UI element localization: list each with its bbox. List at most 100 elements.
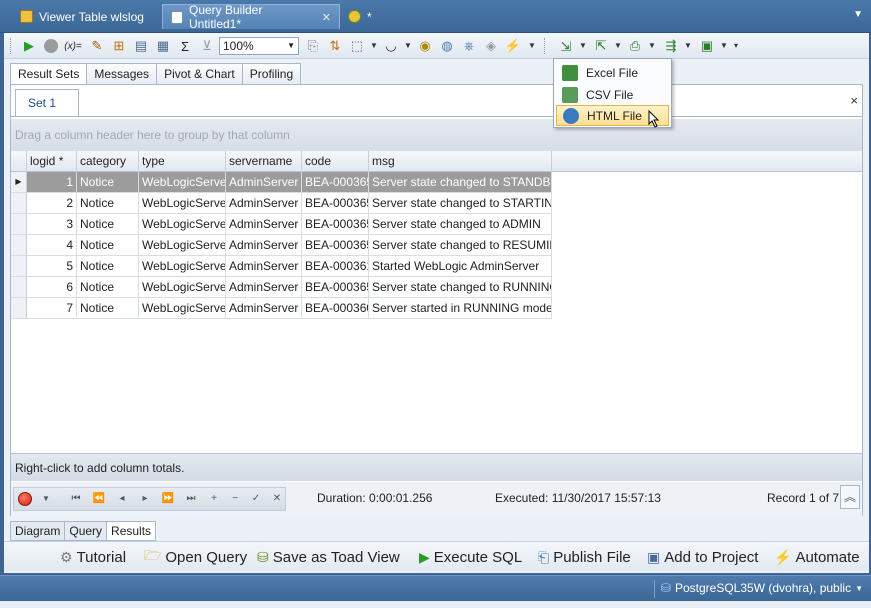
report-icon[interactable]: ▣ — [698, 37, 716, 55]
row-indicator[interactable] — [11, 193, 27, 214]
send-icon[interactable]: ⇶ — [662, 37, 680, 55]
chevron-down-icon[interactable]: ▼ — [287, 38, 295, 54]
menu-item-excel-file[interactable]: Excel File — [556, 62, 669, 83]
cell-servername[interactable]: AdminServer — [226, 235, 302, 256]
cell-code[interactable]: BEA-000361 — [302, 256, 369, 277]
doc-tab-viewer-table[interactable]: Viewer Table wlslog — [12, 4, 152, 29]
results-grid[interactable]: logid * category type servername code ms… — [11, 151, 862, 453]
tutorial-button[interactable]: ⚙ Tutorial — [60, 546, 126, 568]
cell-logid[interactable]: 1 — [27, 172, 77, 193]
copy-icon[interactable]: ⎘ — [304, 37, 322, 55]
next-page-icon[interactable]: ⏩ — [160, 491, 176, 507]
cell-category[interactable]: Notice — [77, 298, 139, 319]
variables-icon[interactable]: (x)= — [64, 37, 82, 55]
prev-page-icon[interactable]: ⏪ — [91, 491, 107, 507]
play-icon[interactable]: ▶ — [20, 37, 38, 55]
open-query-button[interactable]: 🗁 Open Query — [144, 546, 247, 568]
doc-tab-query-builder[interactable]: Query Builder Untitled1* ✕ — [162, 3, 340, 31]
column-totals-hint[interactable]: Right-click to add column totals. — [11, 453, 862, 481]
cell-code[interactable]: BEA-000365 — [302, 277, 369, 298]
add-record-icon[interactable]: + — [206, 491, 222, 507]
chevron-down-icon[interactable]: ▼ — [404, 41, 412, 50]
column-header-msg[interactable]: msg — [369, 151, 552, 172]
form-icon[interactable]: ▤ — [132, 37, 150, 55]
cell-category[interactable]: Notice — [77, 235, 139, 256]
cell-logid[interactable]: 6 — [27, 277, 77, 298]
tab-results[interactable]: Results — [106, 521, 157, 541]
chevron-down-icon[interactable]: ▼ — [855, 584, 863, 593]
execute-sql-button[interactable]: ▶ Execute SQL — [419, 546, 522, 568]
connection-selector[interactable]: ⛁ PostgreSQL35W (dvohra), public ▼ — [661, 581, 863, 595]
cell-servername[interactable]: AdminServer — [226, 298, 302, 319]
chevron-down-icon[interactable]: ▼ — [370, 41, 378, 50]
cell-code[interactable]: BEA-000365 — [302, 172, 369, 193]
close-icon[interactable]: ✕ — [322, 11, 331, 24]
delete-record-icon[interactable]: − — [227, 491, 243, 507]
row-indicator[interactable] — [11, 256, 27, 277]
prev-record-icon[interactable]: ◂ — [114, 491, 130, 507]
stop-icon[interactable] — [42, 37, 60, 55]
post-record-icon[interactable]: ✓ — [248, 491, 264, 507]
cell-logid[interactable]: 3 — [27, 214, 77, 235]
cell-code[interactable]: BEA-000365 — [302, 193, 369, 214]
table-row[interactable]: ▶ 1 Notice WebLogicServer AdminServer BEA-000… — [11, 172, 552, 193]
chevron-down-icon[interactable]: ▼ — [853, 9, 863, 20]
cell-servername[interactable]: AdminServer — [226, 172, 302, 193]
cell-msg[interactable]: Server started in RUNNING mode — [369, 298, 552, 319]
grid-icon[interactable]: ▦ — [154, 37, 172, 55]
cell-logid[interactable]: 2 — [27, 193, 77, 214]
globe-icon[interactable]: ◍ — [438, 37, 456, 55]
publish-file-button[interactable]: ⎗ Publish File — [538, 546, 631, 568]
tab-profiling[interactable]: Profiling — [241, 63, 302, 85]
cell-servername[interactable]: AdminServer — [226, 277, 302, 298]
cell-type[interactable]: WebLogicServer — [139, 172, 226, 193]
cell-servername[interactable]: AdminServer — [226, 193, 302, 214]
cell-category[interactable]: Notice — [77, 172, 139, 193]
next-record-icon[interactable]: ▸ — [137, 491, 153, 507]
select-icon[interactable]: ⬚ — [348, 37, 366, 55]
tab-set-1[interactable]: Set 1 — [15, 89, 79, 117]
table-row[interactable]: 3 Notice WebLogicServer AdminServer BEA-0003… — [11, 214, 552, 235]
row-indicator[interactable] — [11, 235, 27, 256]
row-indicator[interactable] — [11, 298, 27, 319]
group-by-area[interactable]: Drag a column header here to group by th… — [11, 119, 862, 151]
cell-type[interactable]: WebLogicServer — [139, 298, 226, 319]
last-record-icon[interactable]: ⏭ — [183, 491, 199, 507]
collapse-icon[interactable]: ︽ — [840, 485, 860, 509]
tab-result-sets[interactable]: Result Sets — [10, 63, 87, 85]
cell-code[interactable]: BEA-000360 — [302, 298, 369, 319]
sort-icon[interactable]: ⇅ — [326, 37, 344, 55]
row-indicator[interactable] — [11, 214, 27, 235]
current-row-indicator-icon[interactable]: ▶ — [11, 172, 27, 193]
tab-pivot-chart[interactable]: Pivot & Chart — [156, 63, 242, 85]
close-icon[interactable]: × — [850, 93, 858, 108]
sum-icon[interactable]: Σ — [176, 37, 194, 55]
export-icon[interactable]: ⇲ — [557, 38, 575, 56]
table-row[interactable]: 2 Notice WebLogicServer AdminServer BEA-0003… — [11, 193, 552, 214]
edit-icon[interactable]: ✎ — [88, 37, 106, 55]
save-as-toad-view-button[interactable]: ⛁ Save as Toad View — [257, 546, 400, 568]
cell-type[interactable]: WebLogicServer — [139, 277, 226, 298]
cell-category[interactable]: Notice — [77, 214, 139, 235]
record-icon[interactable] — [18, 492, 32, 506]
table-row[interactable]: 7 Notice WebLogicServer AdminServer BEA-0003… — [11, 298, 552, 319]
chevron-down-icon[interactable]: ▼ — [648, 41, 656, 50]
automation-icon[interactable]: ⚡ — [504, 37, 522, 55]
web-icon[interactable]: ◉ — [416, 37, 434, 55]
table-row[interactable]: 6 Notice WebLogicServer AdminServer BEA-0003… — [11, 277, 552, 298]
cell-msg[interactable]: Server state changed to RESUMING — [369, 235, 552, 256]
toolbar-overflow-icon[interactable]: ▾ — [734, 41, 738, 50]
tab-messages[interactable]: Messages — [86, 63, 157, 85]
chevron-down-icon[interactable]: ▼ — [579, 41, 587, 50]
cell-msg[interactable]: Server state changed to RUNNING — [369, 277, 552, 298]
cell-msg[interactable]: Server state changed to STANDBY — [369, 172, 552, 193]
cell-msg[interactable]: Server state changed to STARTING — [369, 193, 552, 214]
automate-button[interactable]: ⚡ Automate — [774, 546, 860, 568]
table-row[interactable]: 4 Notice WebLogicServer AdminServer BEA-0003… — [11, 235, 552, 256]
tree-icon[interactable]: ⊞ — [110, 37, 128, 55]
cell-servername[interactable]: AdminServer — [226, 214, 302, 235]
chevron-down-icon[interactable]: ▼ — [684, 41, 692, 50]
chevron-down-icon[interactable]: ▼ — [528, 41, 536, 50]
cell-type[interactable]: WebLogicServer — [139, 235, 226, 256]
tab-diagram[interactable]: Diagram — [10, 521, 65, 541]
